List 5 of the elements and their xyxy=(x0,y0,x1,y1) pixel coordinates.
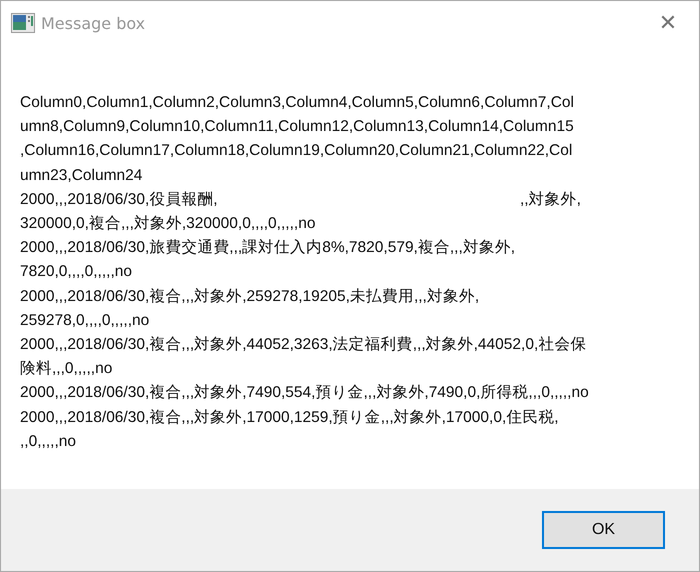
ok-button[interactable]: OK xyxy=(542,511,665,549)
message-text: Column0,Column1,Column2,Column3,Column4,Column5,Column6,Column7,Col umn8,Column9,Column10,Column11,Column12,Column13,Column14,Column15 ,Column16,Column17,Column18,Column19,Column20,Column21,Column22,Col umn23,Column24 2000,,,2018/06/30,役員報酬, ,,対象外, 320000,0,複合,,,対象外,320000,0,,,,0,,,,,no 2000,,,2018/06/30,旅費交通費,,,課対仕入内8%,7820,579,複合,,,対象外, 7820,0,,,,0,,,,,no 2000,,,2018/06/30,複合,,,対象外,259278,19205,未払費用,,,対象外, 259278,0,,,,0,,,,,no 2000,,,2018/06/30,複合,,,対象外,44052,3263,法定福利費,,,対象外,44052,0,社会保 険料,,,0,,,,,no 2000,,,2018/06/30,複合,,,対象外,7490,554,預り金,,,対象外,7490,0,所得税,,,0,,,,,no 2000,,,2018/06/30,複合,,,対象外,17000,1259,預り金,,,対象外,17000,0,住民税, ,,0,,,,,no xyxy=(20,93,590,452)
close-button[interactable]: ✕ xyxy=(645,10,691,36)
app-icon xyxy=(11,13,35,33)
window-title: Message box xyxy=(41,14,146,32)
